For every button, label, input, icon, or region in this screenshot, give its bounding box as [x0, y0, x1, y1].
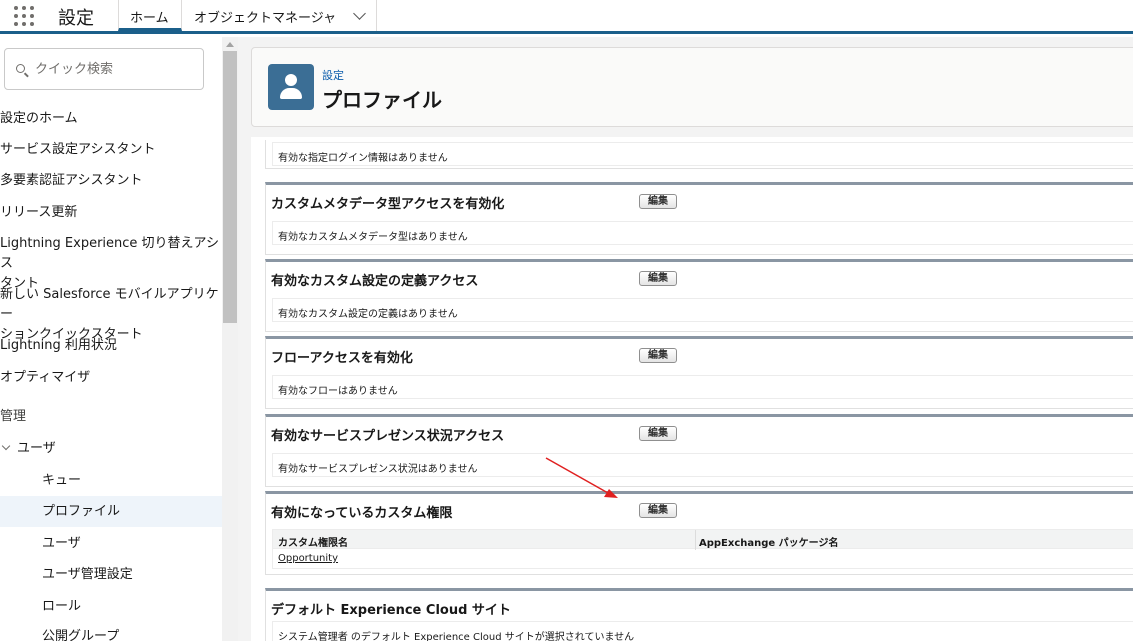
section-flow-access: フローアクセスを有効化 編集 有効なフローはありません	[265, 336, 1133, 409]
sidebar-item-roles[interactable]: ロール	[42, 597, 222, 617]
section-title: フローアクセスを有効化	[271, 351, 413, 366]
section-body: 有効なサービスプレゼンス状況はありません	[272, 453, 1133, 477]
quick-find-box[interactable]	[4, 48, 204, 90]
sidebar-item-service-setup-assistant[interactable]: サービス設定アシスタント	[0, 140, 222, 160]
sidebar-item-queues[interactable]: キュー	[42, 471, 222, 491]
section-body: 有効なカスタム設定の定義はありません	[272, 298, 1133, 322]
tab-object-manager[interactable]: オブジェクトマネージャ	[184, 0, 377, 31]
app-launcher-icon[interactable]	[12, 4, 36, 28]
scrollbar-thumb[interactable]	[223, 51, 237, 323]
column-header-permission-name: カスタム権限名	[278, 538, 348, 549]
table-row: Opportunity	[272, 549, 1133, 569]
sidebar-item-label: 新しい Salesforce モバイルアプリケー	[0, 287, 219, 322]
sidebar-group-users[interactable]: ユーザ	[0, 439, 222, 459]
sidebar-item-user-management-settings[interactable]: ユーザ管理設定	[42, 565, 222, 585]
quick-find-input[interactable]	[35, 59, 195, 79]
page-header: 設定 プロファイル	[251, 47, 1133, 127]
section-custom-settings-access: 有効なカスタム設定の定義アクセス 編集 有効なカスタム設定の定義はありません	[265, 259, 1133, 332]
sidebar-item-label: Lightning Experience 切り替えアシス	[0, 236, 220, 271]
sidebar-item-profiles[interactable]: プロファイル	[0, 496, 222, 527]
sidebar-group-label: ユーザ	[17, 441, 56, 456]
sidebar-item-setup-home[interactable]: 設定のホーム	[0, 109, 222, 129]
sidebar-item-users[interactable]: ユーザ	[42, 534, 222, 554]
section-custom-permissions: 有効になっているカスタム権限 編集 カスタム権限名 AppExchange パッ…	[265, 491, 1133, 575]
section-title: 有効になっているカスタム権限	[271, 506, 453, 521]
sidebar-item-release-updates[interactable]: リリース更新	[0, 203, 222, 223]
sidebar-item-optimizer[interactable]: オプティマイザ	[0, 368, 222, 388]
edit-button[interactable]: 編集	[639, 503, 677, 518]
setup-sidebar: 設定のホーム サービス設定アシスタント 多要素認証アシスタント リリース更新 L…	[0, 37, 222, 641]
tab-home[interactable]: ホーム	[118, 0, 182, 31]
chevron-down-icon[interactable]	[353, 7, 366, 20]
custom-permissions-table: カスタム権限名 AppExchange パッケージ名 Opportunity	[272, 529, 1133, 569]
section-body: 有効な指定ログイン情報はありません	[272, 142, 1133, 166]
sidebar-item-lightning-usage[interactable]: Lightning 利用状況	[0, 336, 222, 356]
edit-button[interactable]: 編集	[639, 271, 677, 286]
chevron-down-icon[interactable]	[1, 441, 11, 451]
edit-button[interactable]: 編集	[639, 426, 677, 441]
global-header: 設定 ホーム オブジェクトマネージャ	[0, 0, 1133, 34]
section-title: カスタムメタデータ型アクセスを有効化	[271, 197, 505, 212]
edit-button[interactable]: 編集	[639, 348, 677, 363]
edit-button[interactable]: 編集	[639, 194, 677, 209]
page-title: プロファイル	[322, 88, 442, 112]
main-content: 設定 プロファイル 有効な指定ログイン情報はありません カスタムメタデータ型アク…	[238, 37, 1133, 641]
section-title: 有効なサービスプレゼンス状況アクセス	[271, 429, 505, 444]
section-custom-metadata-access: カスタムメタデータ型アクセスを有効化 編集 有効なカスタムメタデータ型はありませ…	[265, 182, 1133, 255]
scroll-up-arrow-icon[interactable]	[226, 42, 234, 47]
section-body: 有効なフローはありません	[272, 375, 1133, 399]
sidebar-item-mfa-assistant[interactable]: 多要素認証アシスタント	[0, 171, 222, 191]
permission-link-opportunity[interactable]: Opportunity	[278, 553, 338, 564]
column-header-package-name: AppExchange パッケージ名	[699, 538, 839, 549]
section-body: システム管理者 のデフォルト Experience Cloud サイトが選択され…	[272, 621, 1133, 641]
section-default-experience-cloud-site: デフォルト Experience Cloud サイト システム管理者 のデフォル…	[265, 588, 1133, 641]
table-header: カスタム権限名 AppExchange パッケージ名	[272, 529, 1133, 550]
sidebar-scrollbar[interactable]	[222, 37, 238, 641]
sidebar-item-public-groups[interactable]: 公開グループ	[42, 627, 222, 641]
tab-object-manager-label: オブジェクトマネージャ	[194, 11, 337, 26]
section-named-credentials: 有効な指定ログイン情報はありません	[265, 140, 1133, 169]
section-title: デフォルト Experience Cloud サイト	[271, 603, 511, 618]
profile-icon	[268, 64, 314, 110]
breadcrumb[interactable]: 設定	[322, 67, 344, 83]
section-body: 有効なカスタムメタデータ型はありません	[272, 221, 1133, 245]
profile-detail: 有効な指定ログイン情報はありません カスタムメタデータ型アクセスを有効化 編集 …	[251, 137, 1133, 641]
section-service-presence-access: 有効なサービスプレゼンス状況アクセス 編集 有効なサービスプレゼンス状況はありま…	[265, 414, 1133, 487]
search-icon	[16, 64, 25, 73]
section-title: 有効なカスタム設定の定義アクセス	[271, 274, 479, 289]
app-name: 設定	[58, 8, 94, 29]
sidebar-section-administration: 管理	[0, 409, 27, 424]
